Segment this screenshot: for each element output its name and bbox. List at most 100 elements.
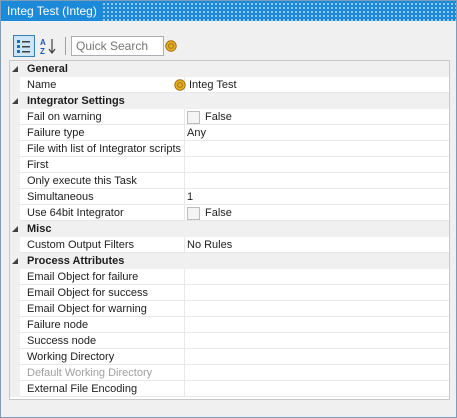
- property-row[interactable]: Email Object for success: [10, 285, 449, 301]
- property-name: Email Object for warning: [27, 303, 147, 315]
- column-divider[interactable]: [184, 269, 185, 285]
- property-value-cell[interactable]: Integ Test: [174, 77, 237, 93]
- window-title: Integ Test (Integ): [1, 1, 103, 21]
- column-divider[interactable]: [184, 333, 185, 349]
- property-value-cell[interactable]: False: [187, 109, 232, 125]
- column-divider[interactable]: [184, 205, 185, 221]
- property-name: Only execute this Task: [27, 175, 137, 187]
- column-divider[interactable]: [184, 237, 185, 253]
- collapse-icon[interactable]: [11, 65, 19, 73]
- row-gutter: [10, 333, 20, 349]
- column-divider[interactable]: [184, 285, 185, 301]
- property-value-cell[interactable]: Any: [187, 125, 206, 141]
- property-name: Success node: [27, 335, 97, 347]
- property-row[interactable]: Fail on warning False: [10, 109, 449, 125]
- alphabetical-sort-button[interactable]: A Z: [37, 35, 59, 57]
- property-row[interactable]: First: [10, 157, 449, 173]
- category-row[interactable]: Process Attributes: [10, 253, 449, 269]
- row-gutter: [10, 317, 20, 333]
- column-divider[interactable]: [184, 125, 185, 141]
- column-divider[interactable]: [184, 317, 185, 333]
- collapse-icon[interactable]: [11, 225, 19, 233]
- quick-search-input[interactable]: [71, 36, 164, 56]
- column-divider[interactable]: [184, 109, 185, 125]
- checkbox[interactable]: [187, 110, 200, 124]
- row-gutter: [10, 77, 20, 93]
- property-value: Any: [187, 127, 206, 139]
- row-gutter: [10, 301, 20, 317]
- column-divider[interactable]: [184, 301, 185, 317]
- row-gutter: [10, 189, 20, 205]
- property-name: Failure node: [27, 319, 89, 331]
- column-divider[interactable]: [184, 365, 185, 381]
- property-name: First: [27, 159, 49, 171]
- property-value: Integ Test: [189, 79, 237, 91]
- categorized-view-button[interactable]: [13, 35, 35, 57]
- column-divider[interactable]: [184, 141, 185, 157]
- property-row[interactable]: Name Integ Test: [10, 77, 449, 93]
- properties-window: Integ Test (Integ) A Z Quick Search Gene…: [0, 0, 457, 418]
- property-row[interactable]: Email Object for warning: [10, 301, 449, 317]
- property-row[interactable]: Simultaneous 1: [10, 189, 449, 205]
- property-name: Working Directory: [27, 351, 115, 363]
- category-label: Integrator Settings: [27, 95, 125, 107]
- property-name: Fail on warning: [27, 111, 102, 123]
- row-gutter: [10, 237, 20, 253]
- property-row[interactable]: Failure node: [10, 317, 449, 333]
- row-gutter: [10, 141, 20, 157]
- category-row[interactable]: General: [10, 61, 449, 77]
- row-gutter: [10, 205, 20, 221]
- column-divider[interactable]: [184, 157, 185, 173]
- coin-icon[interactable]: [165, 40, 177, 52]
- property-name: Use 64bit Integrator: [27, 207, 124, 219]
- property-row[interactable]: External File Encoding: [10, 381, 449, 397]
- column-divider[interactable]: [184, 381, 185, 397]
- categorized-view-icon: [17, 40, 30, 53]
- property-name: External File Encoding: [27, 383, 138, 395]
- property-name: Simultaneous: [27, 191, 94, 203]
- property-row[interactable]: Email Object for failure: [10, 269, 449, 285]
- category-label: Misc: [27, 223, 52, 235]
- property-row[interactable]: Success node: [10, 333, 449, 349]
- column-divider[interactable]: [184, 349, 185, 365]
- property-name: Name: [27, 79, 57, 91]
- category-row[interactable]: Integrator Settings: [10, 93, 449, 109]
- property-row[interactable]: Working Directory: [10, 349, 449, 365]
- row-gutter: [10, 269, 20, 285]
- property-row[interactable]: Use 64bit Integrator False: [10, 205, 449, 221]
- property-name: Email Object for failure: [27, 271, 139, 283]
- alphabetical-sort-icon: A Z: [40, 38, 56, 55]
- property-name: Custom Output Filters: [27, 239, 134, 251]
- property-grid: General Name Integ Test Integrator Settings…: [9, 60, 450, 400]
- row-gutter: [10, 157, 20, 173]
- row-gutter: [10, 109, 20, 125]
- svg-text:A: A: [40, 38, 46, 47]
- toolbar-separator: [65, 37, 66, 55]
- checkbox[interactable]: [187, 206, 200, 220]
- property-value: No Rules: [187, 239, 233, 251]
- property-value-cell[interactable]: 1: [187, 189, 193, 205]
- property-row[interactable]: Custom Output Filters No Rules: [10, 237, 449, 253]
- property-name: File with list of Integrator scripts: [27, 143, 182, 155]
- property-value-cell[interactable]: False: [187, 205, 232, 221]
- column-divider[interactable]: [184, 173, 185, 189]
- toolbar: A Z: [9, 34, 449, 58]
- property-row[interactable]: Default Working Directory: [10, 365, 449, 381]
- row-gutter: [10, 365, 20, 381]
- row-gutter: [10, 173, 20, 189]
- title-bar[interactable]: Integ Test (Integ): [1, 1, 456, 21]
- property-value: False: [205, 111, 232, 123]
- category-row[interactable]: Misc: [10, 221, 449, 237]
- property-value-cell[interactable]: No Rules: [187, 237, 232, 253]
- column-divider[interactable]: [184, 189, 185, 205]
- row-gutter: [10, 285, 20, 301]
- property-row[interactable]: Failure type Any: [10, 125, 449, 141]
- collapse-icon[interactable]: [11, 97, 19, 105]
- property-row[interactable]: File with list of Integrator scripts: [10, 141, 449, 157]
- property-value: 1: [187, 191, 194, 203]
- property-row[interactable]: Only execute this Task: [10, 173, 449, 189]
- property-value: False: [205, 207, 232, 219]
- category-label: General: [27, 63, 68, 75]
- collapse-icon[interactable]: [11, 257, 19, 265]
- category-label: Process Attributes: [27, 255, 125, 267]
